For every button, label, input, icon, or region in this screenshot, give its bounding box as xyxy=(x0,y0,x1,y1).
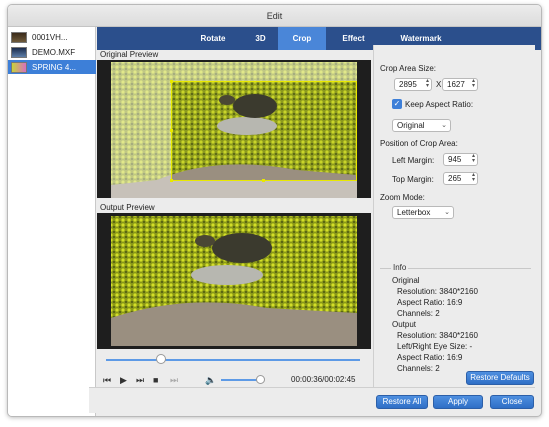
crop-mask xyxy=(111,62,171,198)
zoom-mode-label: Zoom Mode: xyxy=(380,193,425,202)
stop-icon[interactable]: ■ xyxy=(153,375,158,385)
crop-height-value: 1627 xyxy=(447,80,465,89)
crop-handle[interactable] xyxy=(170,129,173,132)
stepper-arrows-icon[interactable]: ▴ ▾ xyxy=(426,78,429,89)
restore-defaults-button[interactable]: Restore Defaults xyxy=(466,371,534,385)
crop-frame[interactable] xyxy=(171,81,357,181)
tab-crop[interactable]: Crop xyxy=(278,27,326,50)
file-name: SPRING 4... xyxy=(32,62,77,72)
timecode: 00:00:36/00:02:45 xyxy=(291,375,356,384)
stepper-arrows-icon[interactable]: ▴ ▾ xyxy=(472,78,475,89)
info-heading: Info xyxy=(391,263,409,272)
crop-width-value: 2895 xyxy=(399,80,417,89)
close-button[interactable]: Close xyxy=(490,395,534,409)
original-heading: Original xyxy=(392,276,420,285)
crop-mask xyxy=(171,62,357,81)
top-margin-label: Top Margin: xyxy=(392,175,434,184)
output-channels: Channels: 2 xyxy=(397,364,440,373)
aspect-ratio-value: Original xyxy=(397,121,425,130)
aspect-ratio-select[interactable]: Original ⌄ xyxy=(392,119,451,132)
apply-button[interactable]: Apply xyxy=(433,395,483,409)
window-title: Edit xyxy=(8,5,541,27)
crop-handle[interactable] xyxy=(170,179,173,182)
crop-mask xyxy=(171,181,357,198)
file-name: 0001VH... xyxy=(32,32,68,42)
left-margin-label: Left Margin: xyxy=(392,156,435,165)
top-margin-stepper[interactable]: 265 ▴ ▾ xyxy=(443,172,478,185)
video-thumbnail xyxy=(11,61,27,73)
crop-handle[interactable] xyxy=(170,80,173,83)
volume-icon[interactable]: 🔈 xyxy=(205,375,216,385)
stepper-arrows-icon[interactable]: ▴ ▾ xyxy=(472,172,475,183)
next-frame-icon[interactable]: ⏭ xyxy=(170,375,178,385)
top-margin-value: 265 xyxy=(448,174,462,183)
output-heading: Output xyxy=(392,320,417,329)
output-preview[interactable] xyxy=(97,213,371,349)
stepper-arrows-icon[interactable]: ▴ ▾ xyxy=(472,153,475,164)
crop-handle[interactable] xyxy=(262,179,265,182)
original-aspect: Aspect Ratio: 16:9 xyxy=(397,298,463,307)
tab-3d[interactable]: 3D xyxy=(243,27,278,50)
zoom-mode-value: Letterbox xyxy=(397,208,431,217)
output-video-frame xyxy=(97,213,371,349)
chevron-down-icon: ⌄ xyxy=(444,209,450,216)
file-item-spring[interactable]: SPRING 4... xyxy=(8,60,96,74)
skip-forward-icon[interactable]: ⏭ xyxy=(136,375,144,385)
video-thumbnail xyxy=(11,46,27,58)
left-margin-stepper[interactable]: 945 ▴ ▾ xyxy=(443,153,478,166)
output-eye-size: Left/Right Eye Size: - xyxy=(397,342,473,351)
restore-all-button[interactable]: Restore All xyxy=(376,395,428,409)
position-label: Position of Crop Area: xyxy=(380,139,458,148)
file-item-demo[interactable]: DEMO.MXF xyxy=(8,45,96,59)
original-preview-title: Original Preview xyxy=(100,50,159,59)
seek-knob[interactable] xyxy=(156,354,166,364)
volume-knob[interactable] xyxy=(256,375,265,384)
zoom-mode-select[interactable]: Letterbox ⌄ xyxy=(392,206,454,219)
output-aspect: Aspect Ratio: 16:9 xyxy=(397,353,463,362)
crop-width-stepper[interactable]: 2895 ▴ ▾ xyxy=(394,78,432,91)
play-icon[interactable]: ▶ xyxy=(120,375,127,385)
file-list: 0001VH... DEMO.MXF SPRING 4... xyxy=(8,27,96,416)
crop-height-stepper[interactable]: 1627 ▴ ▾ xyxy=(442,78,478,91)
original-resolution: Resolution: 3840*2160 xyxy=(397,287,478,296)
left-margin-value: 945 xyxy=(448,155,462,164)
keep-aspect-checkbox[interactable]: ✓ xyxy=(392,99,402,109)
file-name: DEMO.MXF xyxy=(32,47,76,57)
keep-aspect-label: Keep Aspect Ratio: xyxy=(405,100,474,109)
times-label: X xyxy=(436,80,442,89)
video-thumbnail xyxy=(11,31,27,43)
output-resolution: Resolution: 3840*2160 xyxy=(397,331,478,340)
file-item-0001vh[interactable]: 0001VH... xyxy=(8,30,96,44)
crop-area-size-label: Crop Area Size: xyxy=(380,64,437,73)
original-preview[interactable] xyxy=(97,60,371,198)
original-channels: Channels: 2 xyxy=(397,309,440,318)
seek-bar[interactable] xyxy=(106,359,360,361)
output-preview-title: Output Preview xyxy=(100,203,155,212)
skip-back-icon[interactable]: ⏮ xyxy=(103,375,111,385)
tab-rotate[interactable]: Rotate xyxy=(183,27,243,50)
chevron-down-icon: ⌄ xyxy=(441,122,447,129)
